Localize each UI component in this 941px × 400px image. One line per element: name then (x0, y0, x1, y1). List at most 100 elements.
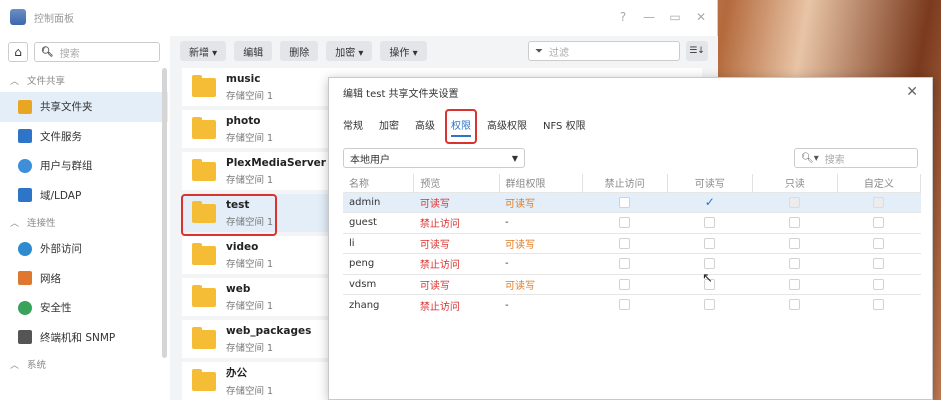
custom-checkbox[interactable] (873, 258, 885, 269)
tab-general[interactable]: 常规 (343, 117, 363, 132)
read-only-checkbox[interactable] (789, 278, 801, 290)
user-group-icon (18, 158, 32, 173)
table-row[interactable]: li 可读写 可读写 (343, 232, 921, 254)
read-only-checkbox[interactable] (789, 258, 801, 269)
folder-volume: 存储空间 1 (226, 342, 274, 354)
search-placeholder: 搜索 (59, 48, 80, 60)
table-row[interactable]: vdsm 可读写 可读写 (343, 273, 921, 295)
read-write-checkbox[interactable] (704, 237, 716, 249)
domain-icon (18, 188, 32, 203)
sidebar: ⌂ 🔍︎ 搜索 ︿ 文件共享 共享文件夹 文件服务 用户与群组 域/LDAP ︿ 连… (0, 36, 168, 400)
folder-name: video (226, 240, 259, 253)
column-header[interactable]: 可读写 (667, 174, 753, 192)
read-only-checkbox[interactable] (789, 237, 801, 249)
chevron-up-icon: ︿ (10, 360, 20, 371)
sort-icon[interactable]: ☰↓ (686, 41, 708, 61)
sidebar-item-label: 共享文件夹 (40, 101, 93, 114)
read-write-checkbox[interactable] (704, 258, 716, 269)
custom-checkbox[interactable] (873, 217, 885, 228)
read-only-checkbox[interactable] (789, 196, 801, 208)
column-header[interactable]: 预览 (413, 174, 500, 192)
dialog-search-input[interactable]: 🔍︎▾ 搜索 (794, 148, 918, 168)
section-file-sharing[interactable]: ︿ 文件共享 (0, 68, 168, 92)
encrypt-button[interactable]: 加密 ▾ (326, 41, 373, 61)
security-icon (18, 300, 32, 315)
delete-button[interactable]: 删除 (280, 41, 319, 61)
filter-icon: ⏷ (535, 45, 543, 57)
read-write-checkmark-icon[interactable]: ✓ (705, 195, 715, 209)
sidebar-search-input[interactable]: 🔍︎ 搜索 (34, 42, 160, 62)
deny-checkbox[interactable] (619, 258, 631, 269)
table-row[interactable]: zhang 禁止访问 - (343, 294, 921, 315)
sidebar-item-terminal-snmp[interactable]: 终端机和 SNMP (0, 323, 168, 353)
table-row[interactable]: guest 禁止访问 - (343, 212, 921, 233)
action-button[interactable]: 操作 ▾ (380, 41, 427, 61)
custom-checkbox[interactable] (873, 196, 885, 208)
create-button[interactable]: 新增 ▾ (180, 41, 227, 61)
column-header[interactable]: 群组权限 (499, 174, 583, 192)
sidebar-item-shared-folder[interactable]: 共享文件夹 (0, 92, 168, 122)
user-name: vdsm (343, 273, 414, 295)
preview-permission: 可读写 (413, 273, 499, 295)
sidebar-item-label: 用户与群组 (40, 160, 93, 173)
section-connectivity[interactable]: ︿ 连接性 (0, 210, 168, 234)
sidebar-item-network[interactable]: 网络 (0, 264, 168, 294)
custom-checkbox[interactable] (873, 237, 885, 249)
deny-checkbox[interactable] (619, 299, 631, 311)
custom-checkbox[interactable] (873, 278, 885, 290)
deny-checkbox[interactable] (619, 278, 631, 290)
close-icon[interactable]: ✕ (695, 10, 707, 24)
read-only-checkbox[interactable] (789, 299, 801, 311)
folder-name: PlexMediaServer (226, 156, 326, 169)
column-header[interactable]: 自定义 (837, 174, 922, 192)
sidebar-item-external-access[interactable]: 外部访问 (0, 234, 168, 264)
preview-permission: 可读写 (413, 232, 499, 254)
section-system[interactable]: ︿ 系统 (0, 352, 168, 376)
sidebar-item-user-group[interactable]: 用户与群组 (0, 151, 168, 181)
group-permission: 可读写 (499, 273, 583, 295)
table-row[interactable]: admin 可读写 可读写 ✓ (343, 191, 921, 213)
read-write-checkbox[interactable] (704, 299, 716, 311)
deny-checkbox[interactable] (619, 217, 631, 228)
maximize-icon[interactable]: ▭ (669, 10, 681, 24)
tab-nfs-permissions[interactable]: NFS 权限 (543, 117, 586, 132)
custom-checkbox[interactable] (873, 299, 885, 311)
column-header[interactable]: 名称 (343, 174, 415, 192)
folder-volume: 存储空间 1 (226, 132, 274, 144)
folder-volume: 存储空间 1 (226, 300, 274, 312)
tab-advanced-permissions[interactable]: 高级权限 (487, 117, 527, 132)
read-only-checkbox[interactable] (789, 217, 801, 228)
column-header[interactable]: 禁止访问 (582, 174, 668, 192)
group-permission: 可读写 (499, 232, 583, 254)
external-access-icon (18, 241, 32, 256)
deny-checkbox[interactable] (619, 196, 631, 208)
close-icon[interactable]: ✕ (906, 84, 918, 100)
user-type-select[interactable]: 本地用户 ▼ (343, 148, 525, 168)
filter-input[interactable]: ⏷ 过滤 (528, 41, 680, 61)
section-label: 系统 (27, 360, 47, 371)
mouse-pointer-icon: ↖ (702, 271, 713, 286)
tab-encryption[interactable]: 加密 (379, 117, 399, 132)
sidebar-item-file-services[interactable]: 文件服务 (0, 122, 168, 152)
home-button[interactable]: ⌂ (8, 42, 28, 62)
column-header[interactable]: 只读 (752, 174, 838, 192)
sidebar-item-security[interactable]: 安全性 (0, 293, 168, 323)
chevron-up-icon: ︿ (10, 76, 20, 87)
deny-checkbox[interactable] (619, 237, 631, 249)
tab-advanced[interactable]: 高级 (415, 117, 435, 132)
read-write-checkbox[interactable] (704, 217, 716, 228)
preview-permission: 禁止访问 (413, 212, 499, 233)
sidebar-scrollbar[interactable] (162, 68, 167, 358)
folder-volume: 存储空间 1 (226, 90, 274, 102)
help-icon[interactable]: ? (617, 10, 629, 24)
user-name: zhang (343, 294, 414, 315)
control-panel-icon (10, 9, 26, 25)
minimize-icon[interactable]: — (643, 10, 655, 24)
folder-name: 办公 (226, 367, 247, 379)
sidebar-item-domain-ldap[interactable]: 域/LDAP (0, 181, 168, 211)
edit-button[interactable]: 编辑 (234, 41, 273, 61)
table-row[interactable]: peng 禁止访问 - (343, 253, 921, 274)
folder-volume: 存储空间 1 (226, 258, 274, 270)
preview-permission: 禁止访问 (413, 253, 499, 274)
user-type-value: 本地用户 (350, 154, 390, 166)
